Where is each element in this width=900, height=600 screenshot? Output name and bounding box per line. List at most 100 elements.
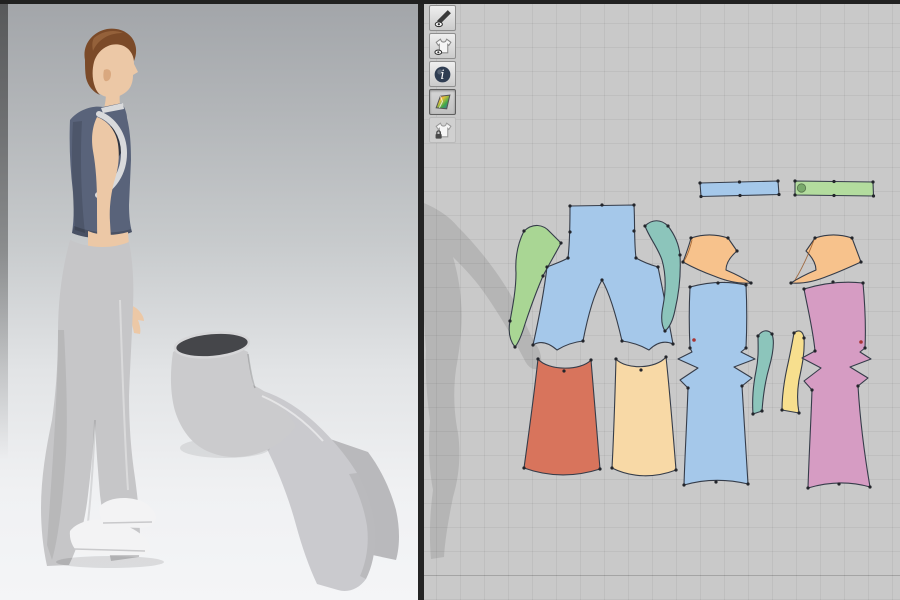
pattern-point[interactable] xyxy=(664,355,667,358)
viewport-3d[interactable] xyxy=(0,0,418,600)
pattern-point[interactable] xyxy=(859,260,862,263)
pattern-point[interactable] xyxy=(861,281,864,284)
pattern-point[interactable] xyxy=(792,331,795,334)
pattern-point[interactable] xyxy=(513,345,516,348)
pattern-piece-binding-yellow[interactable] xyxy=(780,331,805,415)
pattern-point[interactable] xyxy=(632,229,635,232)
pattern-point[interactable] xyxy=(832,194,835,197)
pattern-point[interactable] xyxy=(522,229,525,232)
pattern-point[interactable] xyxy=(600,203,603,206)
pattern-point[interactable] xyxy=(850,236,853,239)
pattern-point[interactable] xyxy=(541,274,544,277)
pattern-point[interactable] xyxy=(674,468,677,471)
pattern-point[interactable] xyxy=(568,204,571,207)
pattern-point[interactable] xyxy=(749,281,752,284)
pattern-point[interactable] xyxy=(802,287,805,290)
pattern-point[interactable] xyxy=(536,357,539,360)
pattern-point[interactable] xyxy=(738,180,741,183)
pattern-point[interactable] xyxy=(740,384,743,387)
pattern-point[interactable] xyxy=(568,230,571,233)
pattern-panel-2d[interactable]: i xyxy=(424,0,900,600)
pattern-point[interactable] xyxy=(639,368,642,371)
pattern-point[interactable] xyxy=(562,369,565,372)
pattern-point[interactable] xyxy=(666,224,669,227)
pattern-point[interactable] xyxy=(863,346,866,349)
pattern-point[interactable] xyxy=(797,411,800,414)
pattern-point[interactable] xyxy=(751,412,754,415)
pattern-point[interactable] xyxy=(632,203,635,206)
pattern-point[interactable] xyxy=(760,409,763,412)
pattern-point[interactable] xyxy=(656,265,659,268)
pattern-point[interactable] xyxy=(663,329,666,332)
pattern-point[interactable] xyxy=(726,236,729,239)
pattern-point[interactable] xyxy=(832,180,835,183)
show-seamline-button[interactable] xyxy=(429,5,456,31)
pattern-point[interactable] xyxy=(643,224,646,227)
draped-pants-3d[interactable] xyxy=(171,330,399,591)
pattern-point[interactable] xyxy=(688,346,691,349)
pattern-point[interactable] xyxy=(793,179,796,182)
pattern-point[interactable] xyxy=(831,280,834,283)
pattern-point[interactable] xyxy=(581,339,584,342)
pattern-point[interactable] xyxy=(699,195,702,198)
pattern-piece-yoke-orange-right[interactable] xyxy=(789,235,862,285)
pattern-point[interactable] xyxy=(698,181,701,184)
pattern-point[interactable] xyxy=(545,265,548,268)
pattern-point[interactable] xyxy=(634,256,637,259)
pattern-point[interactable] xyxy=(714,480,717,483)
panel-divider[interactable] xyxy=(418,0,424,600)
pattern-point[interactable] xyxy=(770,332,773,335)
pattern-point[interactable] xyxy=(780,408,783,411)
pattern-piece-leg-panel-blue[interactable] xyxy=(678,281,755,486)
selected-point[interactable] xyxy=(859,340,863,344)
pattern-point[interactable] xyxy=(531,343,534,346)
show-texture-button[interactable] xyxy=(429,89,456,115)
pattern-point[interactable] xyxy=(681,260,684,263)
pattern-point[interactable] xyxy=(777,193,780,196)
pattern-point[interactable] xyxy=(744,283,747,286)
pattern-point[interactable] xyxy=(776,179,779,182)
pattern-point[interactable] xyxy=(744,346,747,349)
pattern-point[interactable] xyxy=(559,241,562,244)
lock-pattern-button[interactable] xyxy=(429,117,456,143)
pattern-point[interactable] xyxy=(686,386,689,389)
show-info-button[interactable]: i xyxy=(429,61,456,87)
pattern-point[interactable] xyxy=(810,388,813,391)
pattern-point[interactable] xyxy=(689,236,692,239)
pattern-point[interactable] xyxy=(872,194,875,197)
pattern-point[interactable] xyxy=(522,466,525,469)
pattern-point[interactable] xyxy=(868,485,871,488)
pattern-point[interactable] xyxy=(806,486,809,489)
pattern-point[interactable] xyxy=(789,281,792,284)
pattern-point[interactable] xyxy=(802,336,805,339)
pattern-point[interactable] xyxy=(566,256,569,259)
pattern-point[interactable] xyxy=(735,249,738,252)
pattern-point[interactable] xyxy=(871,180,874,183)
pattern-point[interactable] xyxy=(671,342,674,345)
pattern-point[interactable] xyxy=(688,285,691,288)
pattern-point[interactable] xyxy=(600,278,603,281)
pattern-piece-lower-panel-peach[interactable] xyxy=(610,355,677,475)
pattern-point[interactable] xyxy=(614,357,617,360)
pattern-point[interactable] xyxy=(716,281,719,284)
pattern-point[interactable] xyxy=(756,334,759,337)
pattern-point[interactable] xyxy=(508,319,511,322)
pattern-point[interactable] xyxy=(610,466,613,469)
pattern-piece-leg-panel-pink[interactable] xyxy=(802,280,872,489)
pattern-point[interactable] xyxy=(738,194,741,197)
pattern-piece-yoke-orange-left[interactable] xyxy=(681,235,752,285)
pattern-point[interactable] xyxy=(856,384,859,387)
pattern-canvas[interactable] xyxy=(424,0,900,600)
pattern-point[interactable] xyxy=(678,253,681,256)
show-garment-button[interactable] xyxy=(429,33,456,59)
pattern-point[interactable] xyxy=(682,483,685,486)
selected-point[interactable] xyxy=(692,338,696,342)
pattern-point[interactable] xyxy=(813,349,816,352)
pattern-point[interactable] xyxy=(589,358,592,361)
pattern-piece-waistband-blue[interactable] xyxy=(698,179,780,198)
pattern-piece-lower-panel-red[interactable] xyxy=(522,357,601,474)
pattern-piece-binding-teal[interactable] xyxy=(751,331,773,416)
pattern-point[interactable] xyxy=(793,193,796,196)
pattern-piece-waistband-green[interactable] xyxy=(793,179,875,197)
pattern-point[interactable] xyxy=(813,236,816,239)
